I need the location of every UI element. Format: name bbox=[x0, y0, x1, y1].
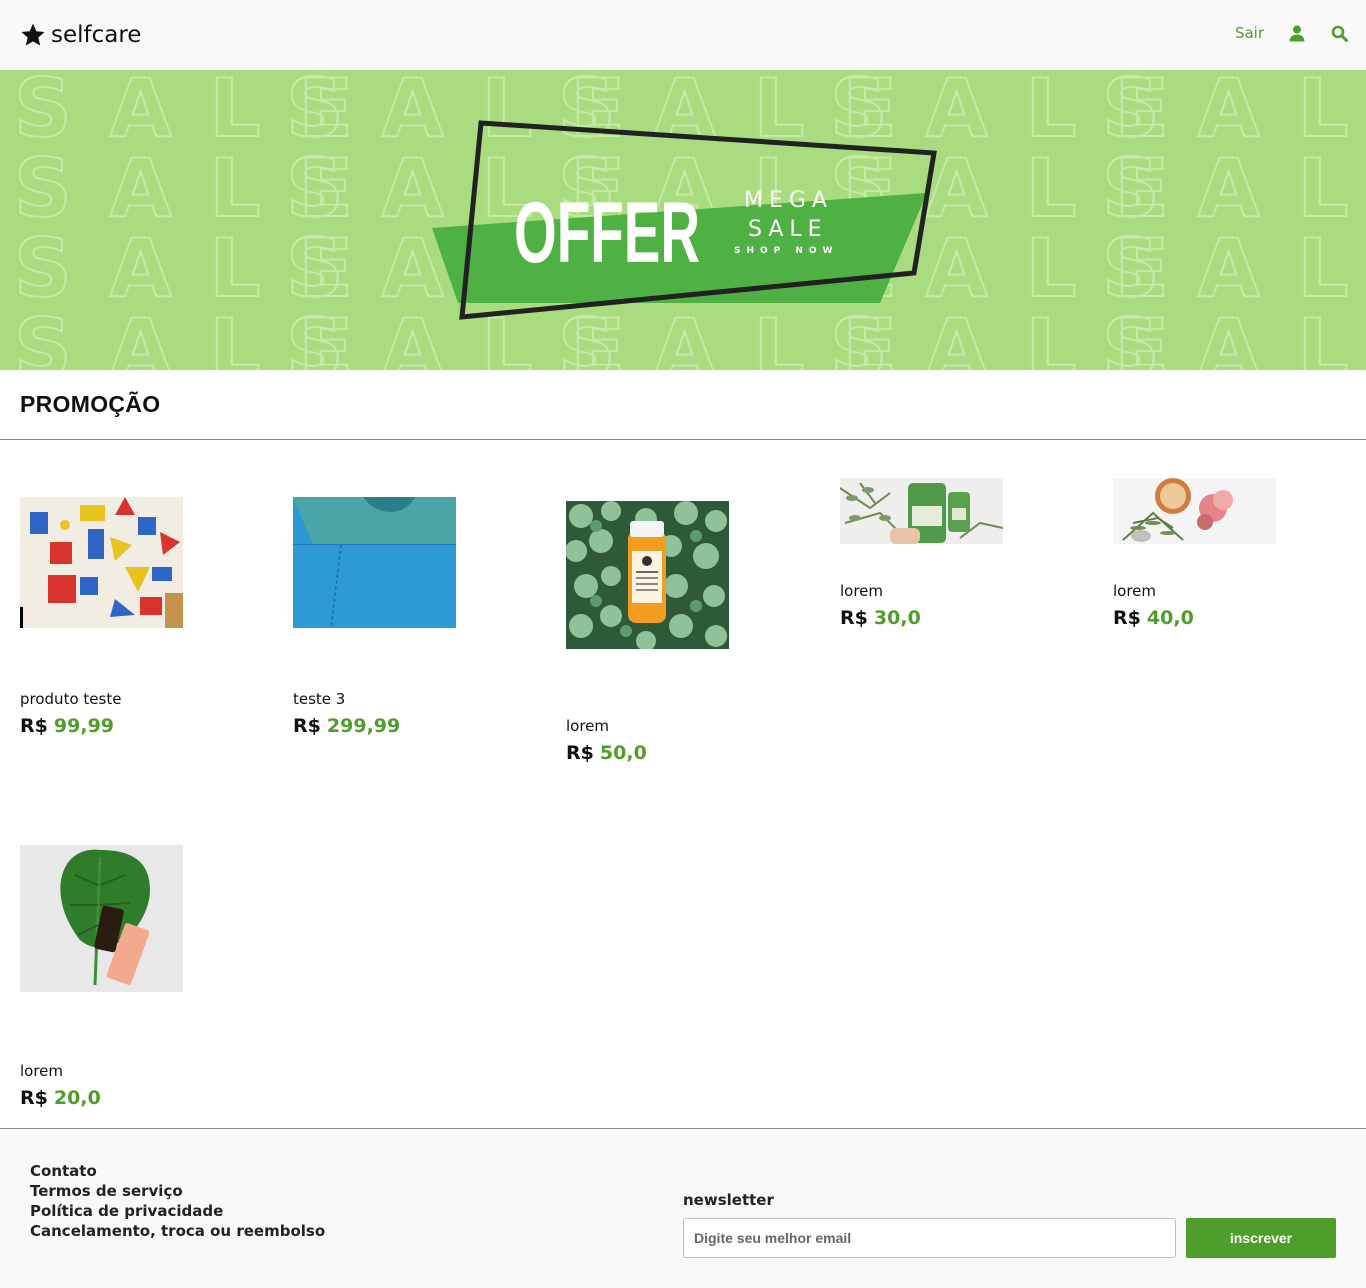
brand-logo[interactable]: selfcare bbox=[20, 22, 141, 48]
product-image[interactable] bbox=[566, 501, 729, 649]
promo-banner[interactable]: SALE SALE SALE SALE SALE SALE SALE SALE … bbox=[0, 70, 1366, 370]
mega-text: MEGA bbox=[744, 188, 833, 213]
price-value: 299,99 bbox=[326, 715, 401, 737]
product-name[interactable]: teste 3 bbox=[293, 690, 345, 708]
user-icon[interactable] bbox=[1288, 24, 1306, 42]
product-price: R$ 299,99 bbox=[293, 715, 400, 737]
product-price: R$ 20,0 bbox=[20, 1087, 101, 1109]
product-name[interactable]: lorem bbox=[20, 1062, 63, 1080]
site-footer: Contato Termos de serviço Política de pr… bbox=[0, 1129, 1366, 1288]
price-currency: R$ bbox=[566, 742, 594, 764]
footer-link-refund[interactable]: Cancelamento, troca ou reembolso bbox=[30, 1221, 325, 1241]
product-name[interactable]: lorem bbox=[566, 717, 609, 735]
product-price: R$ 50,0 bbox=[566, 742, 647, 764]
price-currency: R$ bbox=[20, 1087, 48, 1109]
product-image[interactable] bbox=[840, 478, 1003, 544]
sale-text: SALE bbox=[748, 217, 828, 242]
shop-now-text: SHOP NOW bbox=[734, 246, 839, 256]
price-currency: R$ bbox=[840, 607, 868, 629]
product-name[interactable]: lorem bbox=[840, 582, 883, 600]
product-price: R$ 30,0 bbox=[840, 607, 921, 629]
logout-link[interactable]: Sair bbox=[1235, 24, 1264, 42]
product-price: R$ 40,0 bbox=[1113, 607, 1194, 629]
top-header: selfcare Sair bbox=[0, 0, 1366, 70]
footer-link-contact[interactable]: Contato bbox=[30, 1161, 325, 1181]
price-value: 20,0 bbox=[53, 1087, 101, 1109]
offer-text: OFFER bbox=[514, 185, 700, 281]
product-image[interactable] bbox=[1113, 478, 1276, 544]
brand-name: selfcare bbox=[51, 22, 142, 48]
newsletter-label: newsletter bbox=[683, 1191, 774, 1209]
section-title: PROMOÇÃO bbox=[20, 391, 161, 417]
price-value: 30,0 bbox=[873, 607, 921, 629]
price-value: 99,99 bbox=[53, 715, 115, 737]
price-value: 40,0 bbox=[1146, 607, 1194, 629]
price-currency: R$ bbox=[1113, 607, 1141, 629]
star-icon bbox=[21, 23, 45, 46]
product-price: R$ 99,99 bbox=[20, 715, 114, 737]
footer-links: Contato Termos de serviço Política de pr… bbox=[30, 1161, 325, 1241]
banner-watermark: SALE SALE SALE SALE SALE SALE SALE SALE … bbox=[13, 70, 1366, 370]
search-icon[interactable] bbox=[1330, 24, 1348, 42]
product-image[interactable] bbox=[20, 497, 183, 628]
product-name[interactable]: produto teste bbox=[20, 690, 121, 708]
section-divider bbox=[0, 439, 1366, 440]
subscribe-button[interactable]: inscrever bbox=[1186, 1218, 1336, 1258]
price-value: 50,0 bbox=[599, 742, 647, 764]
price-currency: R$ bbox=[293, 715, 321, 737]
product-image[interactable] bbox=[20, 845, 183, 992]
price-currency: R$ bbox=[20, 715, 48, 737]
header-nav: Sair bbox=[1235, 24, 1348, 42]
newsletter-email-field[interactable] bbox=[683, 1218, 1176, 1258]
product-image[interactable] bbox=[293, 497, 456, 628]
footer-link-privacy[interactable]: Política de privacidade bbox=[30, 1201, 325, 1221]
product-name[interactable]: lorem bbox=[1113, 582, 1156, 600]
footer-link-terms[interactable]: Termos de serviço bbox=[30, 1181, 325, 1201]
watermark-row-4e: SALE bbox=[1102, 302, 1366, 370]
